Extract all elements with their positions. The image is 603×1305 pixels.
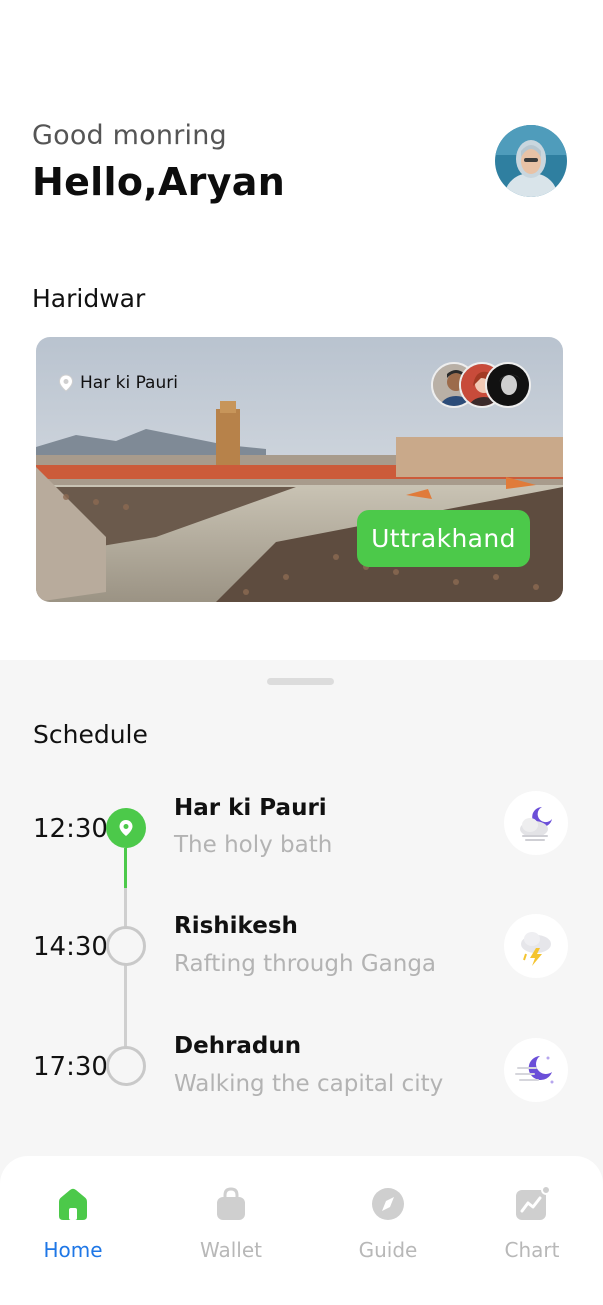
timeline-node-active — [106, 808, 146, 848]
nav-chart[interactable]: Chart — [477, 1186, 587, 1262]
nav-home[interactable]: Home — [18, 1186, 128, 1262]
schedule-place[interactable]: Har ki Pauri — [174, 795, 327, 821]
compass-icon — [372, 1188, 404, 1220]
nav-guide[interactable]: Guide — [333, 1186, 443, 1262]
schedule-time: 17:30 — [33, 1052, 108, 1082]
schedule-time: 14:30 — [33, 932, 108, 962]
destination-card[interactable]: Har ki Pauri Uttrakhand — [36, 337, 563, 602]
thunderstorm-icon — [504, 914, 568, 978]
nav-wallet[interactable]: Wallet — [176, 1186, 286, 1262]
schedule-title: Schedule — [33, 720, 148, 749]
schedule-description: The holy bath — [174, 832, 333, 858]
location-label: Har ki Pauri — [80, 373, 178, 393]
schedule-time: 12:30 — [33, 814, 108, 844]
greeting-title: Hello,Aryan — [32, 160, 286, 204]
schedule-place[interactable]: Dehradun — [174, 1033, 301, 1059]
location-pin-icon — [119, 820, 133, 836]
nav-label: Chart — [504, 1238, 560, 1262]
windy-night-icon — [504, 1038, 568, 1102]
location-pin-icon — [58, 374, 74, 392]
greeting-subtitle: Good monring — [32, 120, 227, 151]
home-icon — [59, 1188, 87, 1220]
nav-label: Guide — [358, 1238, 418, 1262]
location-chip: Har ki Pauri — [58, 373, 178, 393]
night-cloudy-icon — [504, 791, 568, 855]
chart-icon — [516, 1186, 550, 1220]
region-badge[interactable]: Uttrakhand — [357, 510, 530, 567]
timeline-connector — [124, 964, 127, 1048]
user-avatar[interactable] — [495, 125, 567, 197]
schedule-description: Rafting through Ganga — [174, 951, 437, 977]
drag-handle[interactable] — [267, 678, 334, 685]
timeline-progress — [124, 848, 127, 888]
nav-label: Home — [43, 1238, 103, 1262]
nav-label: Wallet — [199, 1238, 262, 1262]
wallet-icon — [217, 1187, 245, 1220]
schedule-description: Walking the capital city — [174, 1071, 444, 1097]
timeline-node — [106, 926, 146, 966]
bottom-nav: Home Wallet Guide Chart — [0, 1156, 603, 1305]
timeline-node — [106, 1046, 146, 1086]
schedule-place[interactable]: Rishikesh — [174, 913, 298, 939]
visitor-avatar — [485, 362, 531, 408]
city-title: Haridwar — [32, 284, 146, 313]
visitor-avatars[interactable] — [431, 362, 531, 408]
